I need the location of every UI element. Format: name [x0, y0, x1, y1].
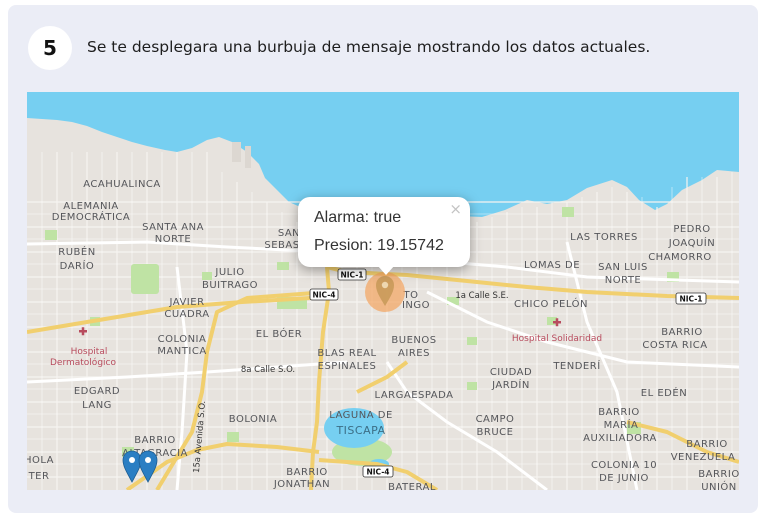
svg-text:BARRIO: BARRIO [598, 407, 639, 418]
svg-text:TISCAPA: TISCAPA [335, 424, 385, 437]
svg-text:TENDERÍ: TENDERÍ [552, 359, 600, 372]
svg-text:DE JUNIO: DE JUNIO [599, 473, 649, 484]
svg-text:COSTA RICA: COSTA RICA [642, 340, 707, 351]
step-instruction-text: Se te desplegara una burbuja de mensaje … [87, 38, 651, 56]
svg-text:BATERAL: BATERAL [388, 482, 436, 490]
svg-text:Dermatológico: Dermatológico [50, 357, 116, 368]
svg-text:NORTE: NORTE [605, 275, 642, 286]
svg-text:JULIO: JULIO [214, 267, 244, 278]
svg-text:BARRIO: BARRIO [661, 327, 702, 338]
nic1-shield-a: NIC-1 [337, 268, 367, 281]
svg-text:EL EDÉN: EL EDÉN [641, 386, 687, 399]
nic4-shield-b: NIC-4 [362, 465, 394, 478]
svg-text:Hospital Solidaridad: Hospital Solidaridad [512, 334, 602, 344]
svg-text:DEMOCRÁTICA: DEMOCRÁTICA [52, 210, 131, 223]
svg-text:TER: TER [28, 471, 50, 482]
svg-text:LARGAESPADA: LARGAESPADA [375, 390, 454, 401]
svg-text:BRUCE: BRUCE [477, 427, 514, 438]
svg-text:LAGUNA DE: LAGUNA DE [329, 410, 393, 421]
svg-text:PEDRO: PEDRO [673, 224, 710, 235]
svg-text:SANTA ANA: SANTA ANA [142, 222, 204, 233]
svg-text:SAN: SAN [278, 228, 300, 239]
svg-text:JONATHAN: JONATHAN [273, 479, 330, 490]
svg-text:BARRIO: BARRIO [686, 439, 727, 450]
nic1-shield-b: NIC-1 [675, 292, 707, 305]
svg-text:BUITRAGO: BUITRAGO [202, 280, 258, 291]
svg-text:CHAMORRO: CHAMORRO [648, 252, 712, 263]
svg-text:BOLONIA: BOLONIA [229, 414, 277, 425]
step-number-badge: 5 [28, 26, 72, 70]
svg-text:8a Calle S.O.: 8a Calle S.O. [241, 365, 295, 375]
svg-text:LAS TORRES: LAS TORRES [570, 232, 638, 243]
svg-text:NIC-1: NIC-1 [340, 271, 363, 280]
map-canvas: NIC-1 NIC-4 NIC-1 NIC-4 ACAHUALINCA ALEM… [27, 92, 739, 490]
close-icon[interactable]: × [449, 200, 462, 218]
map-view[interactable]: NIC-1 NIC-4 NIC-1 NIC-4 ACAHUALINCA ALEM… [27, 92, 739, 490]
svg-text:ESPINALES: ESPINALES [318, 361, 377, 372]
svg-text:NIC-1: NIC-1 [679, 295, 702, 304]
svg-text:ACAHUALINCA: ACAHUALINCA [83, 179, 161, 190]
svg-text:COLONIA 10: COLONIA 10 [591, 460, 657, 471]
popup-tip [377, 265, 395, 275]
svg-text:UNIÓN: UNIÓN [701, 480, 737, 490]
svg-text:EDGARD: EDGARD [74, 386, 120, 397]
alarm-value: Alarma: true [314, 209, 402, 226]
nic4-shield-a: NIC-4 [309, 288, 339, 301]
svg-text:SEBAS: SEBAS [264, 240, 299, 251]
svg-text:BARRIO: BARRIO [698, 469, 739, 480]
svg-text:LOMAS DE: LOMAS DE [524, 260, 580, 271]
svg-text:AIRES: AIRES [398, 348, 430, 359]
svg-text:JARDÍN: JARDÍN [491, 378, 530, 391]
svg-text:CAMPO: CAMPO [476, 414, 515, 425]
svg-text:BARRIO: BARRIO [286, 467, 327, 478]
data-popup-bubble: × Alarma: true Presion: 19.15742 [298, 197, 470, 275]
svg-text:1a Calle S.E.: 1a Calle S.E. [455, 291, 508, 301]
svg-text:COLONIA: COLONIA [158, 334, 207, 345]
svg-text:NIC-4: NIC-4 [366, 468, 389, 477]
svg-text:CIUDAD: CIUDAD [490, 367, 532, 378]
svg-text:JAVIER: JAVIER [168, 297, 204, 308]
svg-text:HOLA: HOLA [27, 455, 54, 466]
svg-text:CHICO PELÓN: CHICO PELÓN [514, 297, 588, 310]
dock [245, 146, 251, 168]
pressure-value: Presion: 19.15742 [314, 237, 444, 254]
svg-text:INGO: INGO [402, 300, 430, 311]
selected-location-marker[interactable] [365, 272, 405, 312]
svg-text:CUADRA: CUADRA [164, 309, 209, 320]
svg-text:ALEMANIA: ALEMANIA [63, 201, 118, 212]
svg-text:NORTE: NORTE [155, 234, 192, 245]
svg-text:MANTICA: MANTICA [157, 346, 206, 357]
svg-text:EL BÓER: EL BÓER [256, 327, 302, 340]
svg-text:RUBÉN: RUBÉN [58, 245, 95, 258]
svg-text:AUXILIADORA: AUXILIADORA [583, 433, 657, 444]
svg-text:LANG: LANG [82, 400, 112, 411]
svg-text:JOAQUÍN: JOAQUÍN [668, 236, 715, 249]
svg-text:MARÍA: MARÍA [604, 418, 639, 431]
svg-text:NIC-4: NIC-4 [312, 291, 335, 300]
svg-text:BARRIO: BARRIO [134, 435, 175, 446]
svg-text:SAN LUIS: SAN LUIS [598, 262, 648, 273]
svg-text:VENEZUELA: VENEZUELA [671, 452, 736, 463]
svg-text:Hospital: Hospital [71, 347, 108, 357]
svg-text:BLAS REAL: BLAS REAL [317, 348, 376, 359]
dock [232, 142, 241, 162]
svg-text:BUENOS: BUENOS [391, 335, 436, 346]
svg-text:DARÍO: DARÍO [60, 259, 95, 272]
